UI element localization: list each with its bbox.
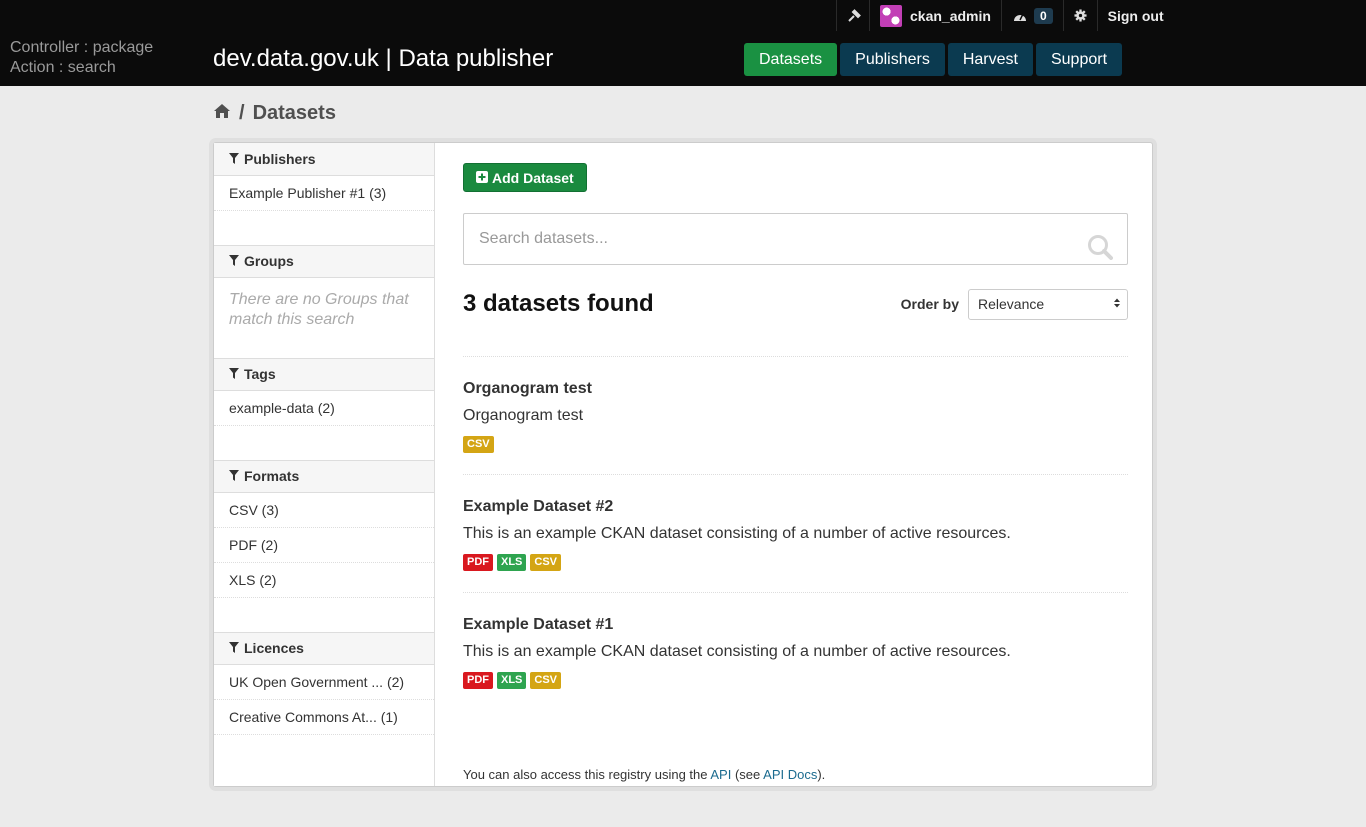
facet-sidebar: Publishers Example Publisher #1 (3) Grou… xyxy=(214,143,435,786)
format-label[interactable]: XLS xyxy=(497,554,527,571)
facet-item[interactable]: Example Publisher #1 (3) xyxy=(214,176,434,211)
sysadmin-link[interactable] xyxy=(836,0,869,31)
api-docs-link[interactable]: API Docs xyxy=(763,767,817,782)
facet-heading: Licences xyxy=(214,632,434,665)
facet-empty-message: There are no Groups that match this sear… xyxy=(229,291,409,328)
search-form xyxy=(463,213,1128,265)
site-title[interactable]: dev.data.gov.uk | Data publisher xyxy=(213,44,553,74)
facet-item[interactable]: UK Open Government ... (2) xyxy=(214,665,434,700)
facet-item[interactable]: PDF (2) xyxy=(214,528,434,563)
add-dataset-button[interactable]: Add Dataset xyxy=(463,163,587,192)
select-arrows-icon xyxy=(1113,296,1121,312)
breadcrumb: / Datasets xyxy=(213,102,336,125)
dashboard-count: 0 xyxy=(1033,7,1053,24)
api-note: You can also access this registry using … xyxy=(463,767,826,782)
format-label[interactable]: CSV xyxy=(530,554,562,571)
search-results: Add Dataset 3 datasets found Order by Re… xyxy=(463,163,1128,782)
dataset-item: Example Dataset #2 This is an example CK… xyxy=(463,475,1128,593)
format-label[interactable]: CSV xyxy=(463,436,494,453)
content-wrapper: Publishers Example Publisher #1 (3) Grou… xyxy=(213,142,1153,787)
order-by-select[interactable]: Relevance xyxy=(968,288,1128,320)
filter-icon xyxy=(229,144,239,175)
facet-heading: Formats xyxy=(214,460,434,493)
facet-groups: Groups There are no Groups that match th… xyxy=(214,245,434,358)
settings-link[interactable] xyxy=(1062,0,1097,31)
facet-item[interactable]: CSV (3) xyxy=(214,493,434,528)
nav-harvest[interactable]: Harvest xyxy=(947,43,1033,76)
breadcrumb-separator: / xyxy=(239,102,245,124)
account-masthead: ckan_admin 0 Sign out xyxy=(836,0,1174,31)
order-by: Order by Relevance xyxy=(900,288,1128,320)
gear-icon xyxy=(1074,9,1087,22)
format-label[interactable]: PDF xyxy=(463,554,493,571)
facet-tags: Tags example-data (2) xyxy=(214,358,434,460)
filter-icon xyxy=(229,246,239,277)
dataset-item: Example Dataset #1 This is an example CK… xyxy=(463,593,1128,711)
order-by-value: Relevance xyxy=(978,296,1045,312)
dataset-formats: PDF XLS CSV xyxy=(463,672,1128,689)
debug-controller: Controller : package xyxy=(10,39,154,56)
dataset-title[interactable]: Example Dataset #2 xyxy=(463,498,613,515)
sign-out-link[interactable]: Sign out xyxy=(1096,0,1174,31)
facet-licences: Licences UK Open Government ... (2) Crea… xyxy=(214,632,434,735)
nav-publishers[interactable]: Publishers xyxy=(840,43,945,76)
home-icon[interactable] xyxy=(213,102,231,125)
format-label[interactable]: PDF xyxy=(463,672,493,689)
filter-icon xyxy=(229,461,239,492)
results-count: 3 datasets found xyxy=(463,290,654,317)
main-navigation: Datasets Publishers Harvest Support xyxy=(744,43,1123,76)
facet-item[interactable]: Creative Commons At... (1) xyxy=(214,700,434,735)
dataset-description: Organogram test xyxy=(463,407,584,424)
results-header: 3 datasets found Order by Relevance xyxy=(463,285,1128,323)
debug-info: Controller : package Action : search xyxy=(10,38,153,78)
dataset-item: Organogram test Organogram test CSV xyxy=(463,357,1128,475)
facet-heading: Groups xyxy=(214,245,434,278)
dataset-description: This is an example CKAN dataset consisti… xyxy=(463,525,1011,542)
dashboard-icon xyxy=(1012,10,1028,22)
facet-item[interactable]: XLS (2) xyxy=(214,563,434,598)
user-profile-link[interactable]: ckan_admin xyxy=(869,0,1001,31)
format-label[interactable]: XLS xyxy=(497,672,527,689)
facet-publishers: Publishers Example Publisher #1 (3) xyxy=(214,143,434,245)
dataset-formats: PDF XLS CSV xyxy=(463,554,1128,571)
username: ckan_admin xyxy=(910,7,991,24)
filter-icon xyxy=(229,633,239,664)
dataset-title[interactable]: Example Dataset #1 xyxy=(463,616,613,633)
dashboard-link[interactable]: 0 xyxy=(1000,0,1063,31)
facet-heading: Publishers xyxy=(214,143,434,176)
hammer-icon xyxy=(847,8,861,23)
order-by-label: Order by xyxy=(900,296,959,312)
plus-square-icon xyxy=(476,170,488,186)
nav-datasets[interactable]: Datasets xyxy=(744,43,838,76)
facet-item[interactable]: example-data (2) xyxy=(214,391,434,426)
debug-action: Action : search xyxy=(10,59,116,76)
dataset-title[interactable]: Organogram test xyxy=(463,380,592,397)
dataset-formats: CSV xyxy=(463,436,1128,453)
search-input[interactable] xyxy=(464,214,1127,264)
nav-support[interactable]: Support xyxy=(1035,43,1123,76)
dataset-description: This is an example CKAN dataset consisti… xyxy=(463,643,1011,660)
filter-icon xyxy=(229,359,239,390)
format-label[interactable]: CSV xyxy=(530,672,562,689)
masthead: Controller : package Action : search dev… xyxy=(0,0,1366,86)
breadcrumb-current[interactable]: Datasets xyxy=(253,102,336,125)
api-link[interactable]: API xyxy=(710,767,731,782)
avatar xyxy=(880,4,902,27)
facet-heading: Tags xyxy=(214,358,434,391)
dataset-list: Organogram test Organogram test CSV Exam… xyxy=(463,356,1128,711)
facet-formats: Formats CSV (3) PDF (2) XLS (2) xyxy=(214,460,434,632)
search-icon[interactable] xyxy=(1087,234,1113,265)
